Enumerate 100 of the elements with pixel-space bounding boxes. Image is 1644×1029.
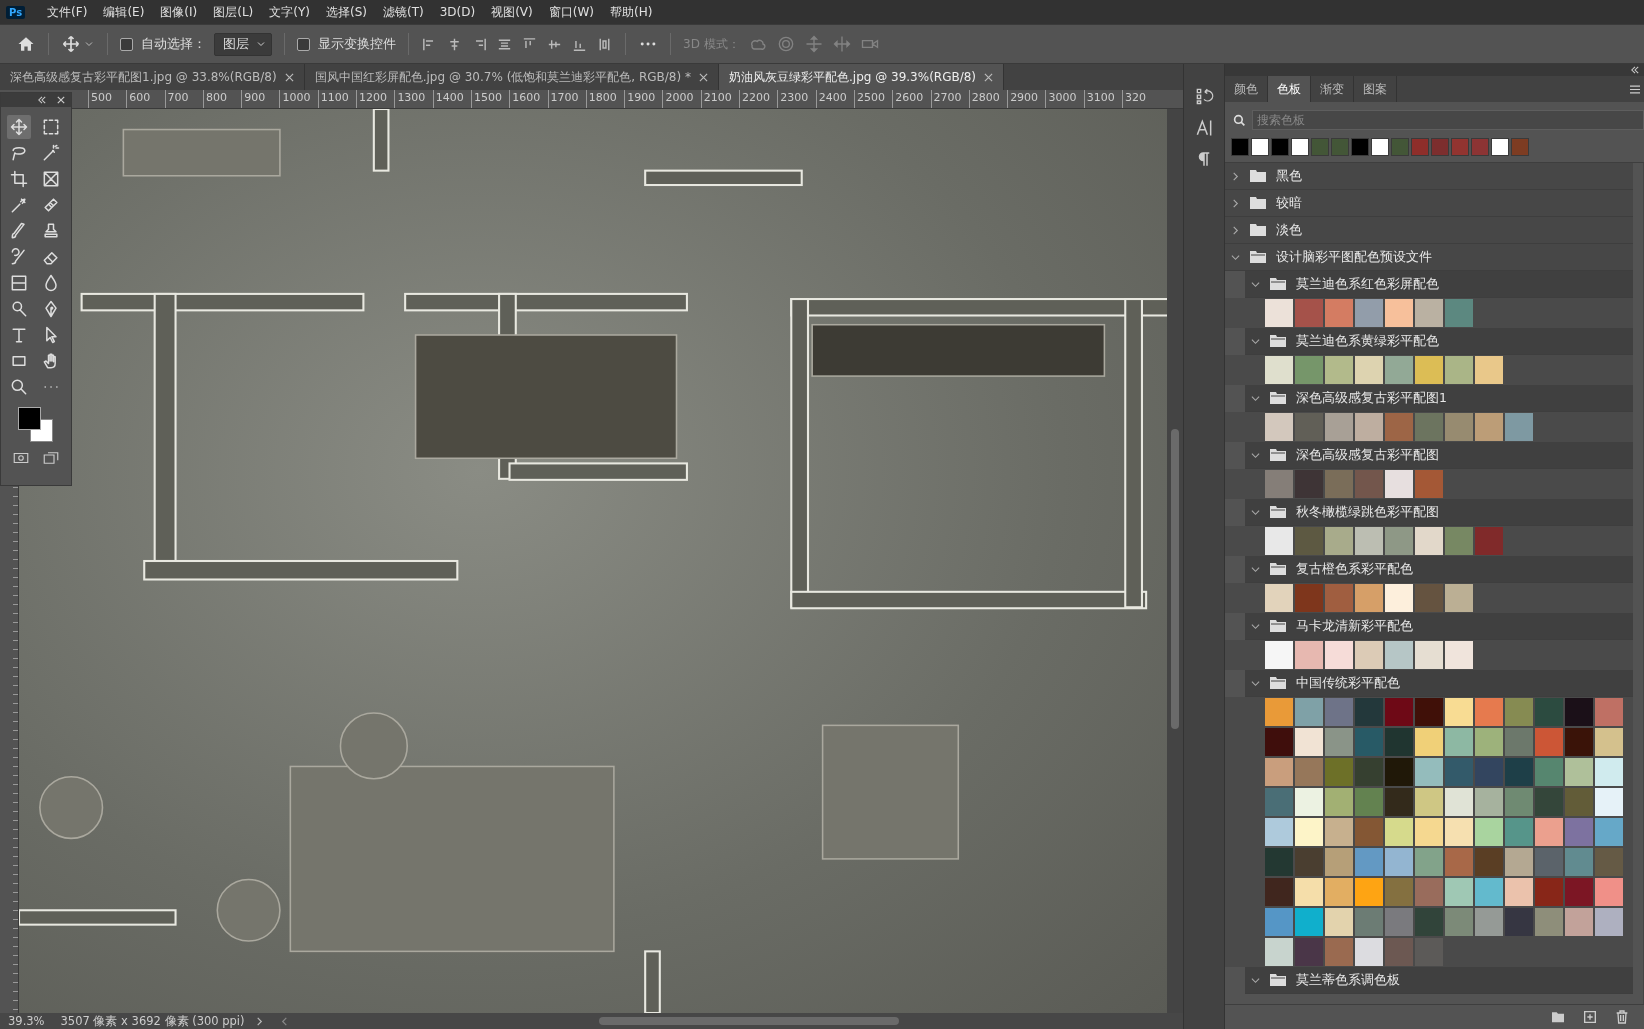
color-swatch[interactable] [1415, 698, 1443, 726]
color-swatch[interactable] [1535, 698, 1563, 726]
swatch-group[interactable]: 莫兰迪色系红色彩屏配色 [1245, 271, 1633, 298]
menu-item[interactable]: 文字(Y) [261, 3, 318, 21]
color-swatch[interactable] [1265, 356, 1293, 384]
color-swatch[interactable] [1445, 758, 1473, 786]
recent-swatch[interactable] [1231, 138, 1249, 156]
color-swatch[interactable] [1595, 758, 1623, 786]
swatch-group[interactable]: 淡色 [1225, 217, 1633, 244]
color-swatch[interactable] [1415, 584, 1443, 612]
color-swatch[interactable] [1475, 527, 1503, 555]
color-swatch[interactable] [1445, 788, 1473, 816]
color-swatch[interactable] [1325, 938, 1353, 966]
screen-mode-icon[interactable] [42, 449, 60, 467]
chevron-left-icon[interactable] [279, 1016, 289, 1026]
color-swatch[interactable] [1595, 878, 1623, 906]
color-swatch[interactable] [1265, 470, 1293, 498]
collapse-icon[interactable] [37, 96, 47, 104]
color-swatch[interactable] [1385, 299, 1413, 327]
color-swatch[interactable] [1415, 299, 1443, 327]
recent-swatch[interactable] [1411, 138, 1429, 156]
color-swatch[interactable] [1325, 698, 1353, 726]
recent-swatch[interactable] [1431, 138, 1449, 156]
color-swatch[interactable] [1355, 878, 1383, 906]
color-swatch[interactable] [1295, 818, 1323, 846]
horizontal-scrollbar[interactable] [598, 1017, 899, 1025]
color-swatch[interactable] [1325, 728, 1353, 756]
close-icon[interactable] [984, 72, 994, 82]
move-icon[interactable] [7, 115, 31, 139]
color-swatch[interactable] [1295, 698, 1323, 726]
chevron-icon[interactable] [1231, 171, 1240, 181]
color-swatch[interactable] [1385, 413, 1413, 441]
color-swatch[interactable] [1265, 938, 1293, 966]
color-swatch[interactable] [1475, 818, 1503, 846]
vertical-scrollbar[interactable] [1167, 109, 1183, 1013]
color-swatch[interactable] [1445, 413, 1473, 441]
color-swatch[interactable] [1295, 584, 1323, 612]
recent-swatch[interactable] [1371, 138, 1389, 156]
recent-swatch[interactable] [1491, 138, 1509, 156]
panel-tab[interactable]: 图案 [1354, 76, 1397, 102]
color-swatch[interactable] [1535, 848, 1563, 876]
color-swatch[interactable] [1505, 698, 1533, 726]
new-swatch-icon[interactable] [1582, 1009, 1598, 1025]
color-swatch[interactable] [1265, 299, 1293, 327]
color-swatch[interactable] [1445, 299, 1473, 327]
document-tab[interactable]: 奶油风灰豆绿彩平配色.jpg @ 39.3%(RGB/8) [719, 64, 1005, 90]
menu-item[interactable]: 图层(L) [205, 3, 262, 21]
color-swatch[interactable] [1355, 728, 1383, 756]
color-swatch[interactable] [1505, 758, 1533, 786]
color-swatch[interactable] [1265, 527, 1293, 555]
chevron-right-icon[interactable] [254, 1016, 264, 1026]
color-swatch[interactable] [1355, 758, 1383, 786]
color-swatch[interactable] [1505, 788, 1533, 816]
color-swatch[interactable] [1295, 356, 1323, 384]
new-group-icon[interactable] [1550, 1009, 1566, 1025]
chevron-icon[interactable] [1251, 975, 1260, 985]
color-swatch[interactable] [1325, 818, 1353, 846]
color-swatch[interactable] [1385, 818, 1413, 846]
color-swatch[interactable] [1385, 788, 1413, 816]
color-swatch[interactable] [1265, 698, 1293, 726]
color-swatch[interactable] [1415, 527, 1443, 555]
collapse-icon[interactable] [1630, 66, 1640, 74]
menu-item[interactable]: 滤镜(T) [375, 3, 432, 21]
color-swatch[interactable] [1565, 848, 1593, 876]
color-swatch[interactable] [1385, 698, 1413, 726]
trash-icon[interactable] [1614, 1009, 1630, 1025]
recent-swatch[interactable] [1351, 138, 1369, 156]
menu-item[interactable]: 窗口(W) [540, 3, 602, 21]
color-swatch[interactable] [1475, 698, 1503, 726]
color-swatch[interactable] [1475, 878, 1503, 906]
color-swatch[interactable] [1445, 848, 1473, 876]
color-swatch[interactable] [1265, 818, 1293, 846]
color-swatch[interactable] [1355, 938, 1383, 966]
color-swatch[interactable] [1295, 848, 1323, 876]
color-swatch[interactable] [1385, 728, 1413, 756]
color-swatch[interactable] [1565, 728, 1593, 756]
color-swatch[interactable] [1595, 908, 1623, 936]
color-swatch[interactable] [1265, 788, 1293, 816]
swatch-group[interactable]: 深色高级感复古彩平配图 [1245, 442, 1633, 469]
color-swatch[interactable] [1415, 641, 1443, 669]
chevron-icon[interactable] [1251, 450, 1260, 460]
menu-item[interactable]: 3D(D) [431, 5, 484, 19]
color-swatch[interactable] [1385, 848, 1413, 876]
color-swatch[interactable] [1355, 908, 1383, 936]
color-swatch[interactable] [1325, 848, 1353, 876]
color-swatch[interactable] [1385, 758, 1413, 786]
color-swatch[interactable] [1325, 908, 1353, 936]
color-swatch[interactable] [1415, 758, 1443, 786]
color-swatch[interactable] [1265, 413, 1293, 441]
color-swatch[interactable] [1415, 470, 1443, 498]
color-swatch[interactable] [1505, 848, 1533, 876]
color-swatch[interactable] [1295, 527, 1323, 555]
swatch-group[interactable]: 中国传统彩平配色 [1245, 670, 1633, 697]
color-swatch[interactable] [1505, 728, 1533, 756]
chevron-icon[interactable] [1231, 225, 1240, 235]
swatch-group[interactable]: 马卡龙清新彩平配色 [1245, 613, 1633, 640]
color-swatch[interactable] [1385, 641, 1413, 669]
swatch-group[interactable]: 复古橙色系彩平配色 [1245, 556, 1633, 583]
menu-item[interactable]: 帮助(H) [602, 3, 661, 21]
color-swatch[interactable] [1445, 641, 1473, 669]
